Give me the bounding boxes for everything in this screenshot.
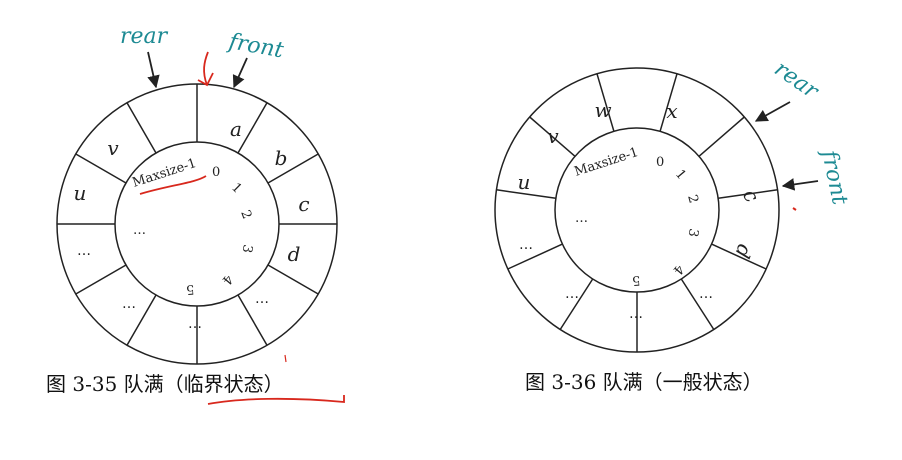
index-5: 5 — [185, 281, 195, 297]
slot-a: a — [230, 117, 242, 141]
index-maxsize: Maxsize-1 — [131, 156, 199, 191]
segment-divider — [237, 102, 268, 154]
red-annotation-tick — [284, 354, 287, 363]
slot-c: c — [298, 192, 309, 216]
slot-dots-3: … — [188, 316, 202, 332]
slot-u: u — [74, 181, 87, 205]
index-0: 0 — [656, 155, 664, 170]
front-label: front — [225, 29, 286, 64]
slot-v: v — [547, 124, 559, 148]
slot-dots-2: … — [565, 286, 579, 302]
slot-dots-3: … — [629, 306, 643, 322]
index-5: 5 — [631, 272, 641, 288]
slot-b: b — [275, 146, 288, 170]
slot-w: w — [594, 98, 611, 122]
front-arrow — [232, 57, 248, 89]
red-annotation-mark — [792, 207, 797, 211]
front-arrow — [781, 178, 819, 191]
slot-v: v — [107, 136, 119, 160]
slot-dots-1: … — [77, 243, 91, 259]
segment-divider — [507, 243, 563, 270]
circular-queue-right: w x c d u v … … … … Maxsize-1 0 1 2 3 4 … — [494, 56, 852, 353]
slot-dots-4: … — [255, 291, 269, 307]
rear-label: rear — [770, 56, 824, 104]
index-4: 4 — [670, 261, 687, 277]
index-2: 2 — [237, 208, 254, 221]
front-label: front — [816, 146, 852, 207]
slot-x: x — [666, 99, 677, 123]
segment-divider — [75, 264, 127, 295]
index-4: 4 — [219, 271, 236, 287]
slot-c: c — [738, 185, 764, 207]
red-annotation-arrow — [203, 51, 209, 86]
slot-dots-2: … — [122, 296, 136, 312]
rear-arrow — [147, 51, 160, 89]
segment-divider — [126, 102, 157, 154]
slot-dots-4: … — [699, 286, 713, 302]
slot-d: d — [288, 242, 301, 266]
index-1: 1 — [672, 167, 689, 183]
slot-dots-1: … — [519, 237, 533, 253]
caption-figure-3-36: 图 3-36 队满（一般状态） — [525, 370, 763, 394]
segment-divider — [698, 116, 745, 157]
index-1: 1 — [228, 180, 244, 196]
index-dots: … — [575, 211, 588, 226]
index-3: 3 — [239, 243, 255, 254]
rear-arrow — [754, 101, 791, 122]
index-maxsize: Maxsize-1 — [573, 145, 641, 180]
index-0: 0 — [212, 165, 220, 180]
rear-label: rear — [120, 24, 169, 49]
index-3: 3 — [685, 227, 701, 238]
caption-figure-3-35: 图 3-35 队满（临界状态） — [46, 372, 284, 396]
segment-divider — [267, 264, 319, 295]
index-dots: … — [133, 223, 146, 238]
index-2: 2 — [684, 193, 701, 205]
circular-queue-left: a b c d u v … … … … Maxsize-1 0 1 2 3 4 … — [56, 24, 345, 405]
slot-u: u — [518, 170, 531, 194]
